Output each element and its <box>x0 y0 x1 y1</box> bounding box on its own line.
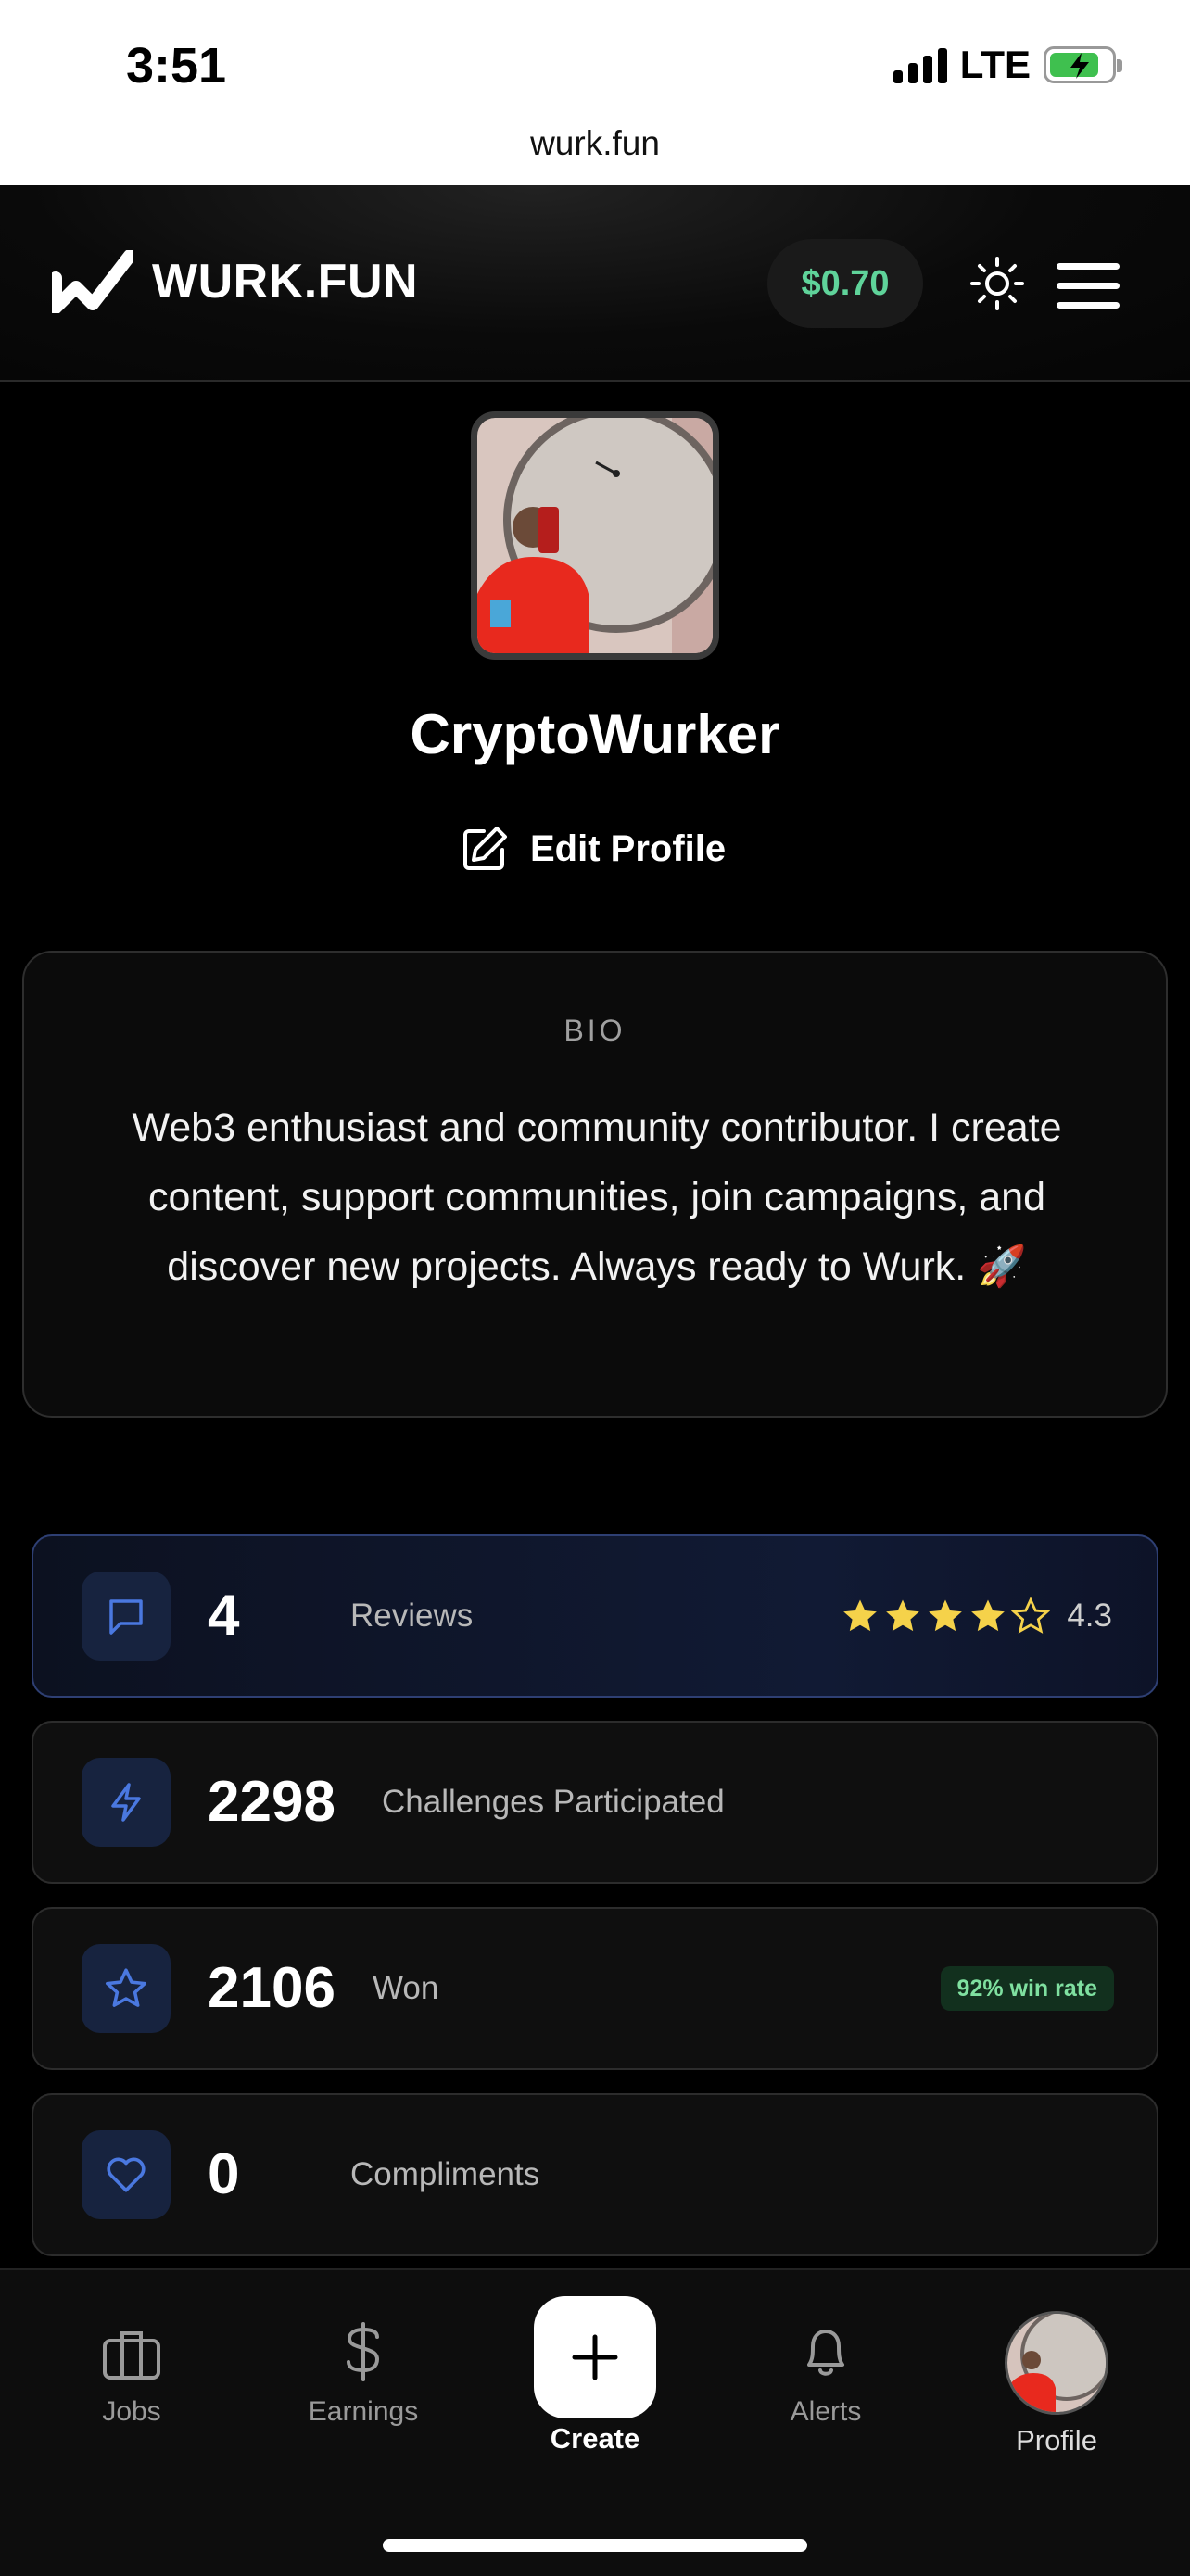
logo[interactable]: WURK.FUN <box>52 250 418 313</box>
tab-profile-avatar[interactable] <box>1005 2311 1108 2415</box>
edit-icon <box>463 827 507 870</box>
bottom-tab-bar: Jobs Earnings Create Alerts Profile <box>0 2268 1190 2576</box>
avatar-photo <box>1007 2314 1106 2412</box>
dollar-icon <box>347 2322 380 2381</box>
tab-earnings[interactable]: Earnings <box>280 2270 447 2428</box>
tab-alerts[interactable]: Alerts <box>742 2270 909 2428</box>
stat-label: Won <box>373 1970 439 2006</box>
network-label: LTE <box>959 43 1031 86</box>
tab-jobs-label: Jobs <box>102 2396 161 2427</box>
tab-alerts-label: Alerts <box>790 2396 862 2427</box>
logo-text: WURK.FUN <box>152 255 419 309</box>
star-filled-icon <box>886 1599 920 1632</box>
app-header: WURK.FUN $0.70 <box>0 185 1190 382</box>
star-outline-icon <box>1011 1597 1051 1634</box>
profile-avatar[interactable] <box>471 411 719 660</box>
stat-label: Challenges Participated <box>382 1784 725 1820</box>
edit-profile-button[interactable]: Edit Profile <box>460 821 726 877</box>
balance-pill[interactable]: $0.70 <box>767 239 923 328</box>
home-indicator <box>383 2539 807 2552</box>
briefcase-icon <box>103 2331 160 2380</box>
status-indicators: LTE <box>892 43 1122 87</box>
star-filled-icon <box>971 1599 1006 1632</box>
tab-create-label: Create <box>550 2422 640 2455</box>
avatar-photo <box>477 418 713 653</box>
bio-card: BIO Web3 enthusiast and community contri… <box>22 951 1168 1418</box>
stat-row-won[interactable]: 2106 Won 92% win rate <box>32 1907 1158 2070</box>
profile-username: CryptoWurker <box>410 703 780 765</box>
plus-icon <box>572 2334 618 2380</box>
tab-earnings-label: Earnings <box>308 2396 419 2427</box>
stat-value: 2106 <box>208 1956 335 2020</box>
stat-value: 0 <box>208 2142 240 2206</box>
heart-icon <box>82 2130 171 2219</box>
hamburger-menu-icon[interactable] <box>1057 263 1120 322</box>
stat-value: 4 <box>208 1584 240 1648</box>
tab-profile-label: Profile <box>1016 2424 1097 2456</box>
win-rate-badge: 92% win rate <box>940 1966 1114 2011</box>
url-bar[interactable]: wurk.fun <box>0 124 1190 163</box>
message-icon <box>82 1572 171 1661</box>
sun-icon[interactable] <box>969 256 1025 311</box>
rating-value: 4.3 <box>1067 1597 1112 1634</box>
bio-heading: BIO <box>563 1014 627 1047</box>
stat-row-compliments[interactable]: 0 Compliments <box>32 2093 1158 2256</box>
stat-label: Reviews <box>350 1597 474 1634</box>
star-filled-icon <box>843 1599 878 1632</box>
create-button[interactable] <box>534 2296 656 2418</box>
bell-icon <box>807 2330 844 2376</box>
rating-stars: 4.3 <box>841 1536 1112 1696</box>
star-icon <box>82 1944 171 2033</box>
lightning-icon <box>82 1758 171 1847</box>
tab-jobs[interactable]: Jobs <box>48 2270 215 2428</box>
stat-row-reviews[interactable]: 4 Reviews 4.3 <box>32 1534 1158 1698</box>
signal-icon <box>892 46 947 83</box>
bio-text: Web3 enthusiast and community contributo… <box>132 1105 1062 1289</box>
stat-row-challenges[interactable]: 2298 Challenges Participated <box>32 1721 1158 1884</box>
edit-profile-label: Edit Profile <box>530 827 727 869</box>
stat-label: Compliments <box>350 2156 540 2192</box>
wurk-logo-icon <box>52 250 133 313</box>
status-bar: 3:51 LTE wurk.fun <box>0 0 1190 185</box>
status-time: 3:51 <box>126 38 227 94</box>
stat-value: 2298 <box>208 1770 335 1834</box>
star-filled-icon <box>929 1599 963 1632</box>
battery-icon <box>1044 46 1122 83</box>
